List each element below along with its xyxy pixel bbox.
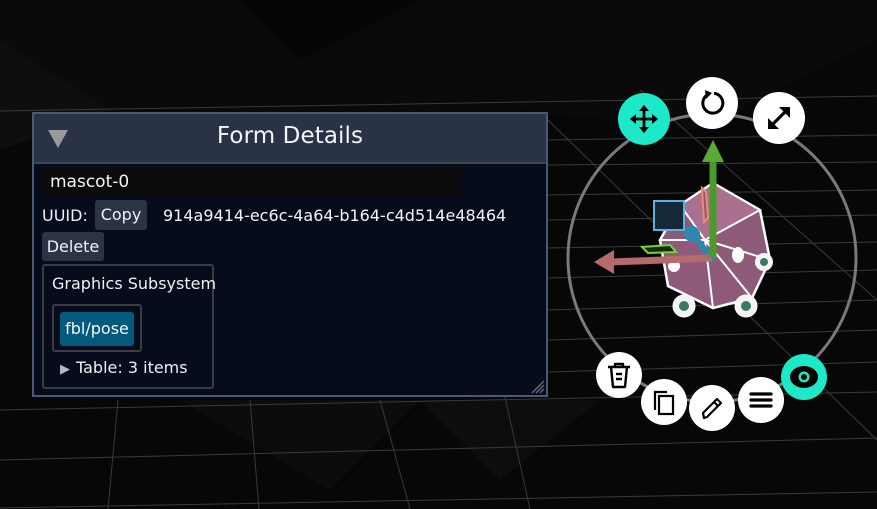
uuid-value: 914a9414-ec6c-4a64-b164-c4d514e48464	[163, 206, 507, 225]
scale-tool-button[interactable]	[753, 92, 805, 144]
xz-plane-handle[interactable]	[639, 243, 679, 255]
panel-header[interactable]: Form Details	[34, 114, 546, 164]
edit-button[interactable]	[689, 385, 735, 431]
form-details-panel: Form Details UUID: Copy 914a9414-ec6c-4a…	[32, 112, 548, 397]
bg-shape	[420, 400, 600, 480]
graphics-subsystem-group: Graphics Subsystem fbl/pose ▶ Table: 3 it…	[42, 264, 217, 389]
name-input[interactable]	[42, 168, 462, 196]
uuid-label: UUID:	[42, 206, 88, 225]
trash-icon	[608, 362, 630, 389]
delete-button[interactable]: Delete	[42, 232, 104, 261]
rotate-icon	[701, 90, 725, 115]
visibility-toggle-button[interactable]	[781, 354, 827, 400]
z-axis-cap[interactable]	[684, 226, 700, 242]
resize-diagonal-icon	[768, 107, 790, 129]
menu-button[interactable]	[738, 377, 784, 423]
pose-tag-button[interactable]: fbl/pose	[60, 312, 134, 346]
translate-tool-button[interactable]	[618, 93, 670, 145]
copy-icon	[653, 390, 675, 416]
table-toggle[interactable]: ▶ Table: 3 items	[60, 358, 188, 377]
duplicate-button[interactable]	[641, 379, 687, 425]
pencil-icon	[701, 397, 723, 420]
table-label: Table: 3 items	[76, 358, 188, 377]
resize-grip-icon[interactable]	[529, 378, 545, 394]
eye-icon	[790, 366, 818, 388]
y-axis-arrow[interactable]	[702, 140, 724, 162]
triangle-right-icon: ▶	[60, 362, 70, 377]
delete-object-button[interactable]	[596, 352, 642, 398]
rotate-tool-button[interactable]	[686, 77, 738, 129]
x-axis-arrow[interactable]	[594, 250, 614, 274]
copy-uuid-button[interactable]: Copy	[95, 200, 147, 230]
move-arrows-icon	[630, 105, 658, 133]
menu-icon	[749, 392, 773, 408]
x-axis-handle[interactable]	[611, 254, 713, 266]
panel-title: Form Details	[216, 123, 364, 149]
subsystem-title: Graphics Subsystem	[52, 274, 217, 293]
xy-plane-handle[interactable]	[653, 200, 685, 231]
tag-container: fbl/pose	[52, 304, 142, 352]
